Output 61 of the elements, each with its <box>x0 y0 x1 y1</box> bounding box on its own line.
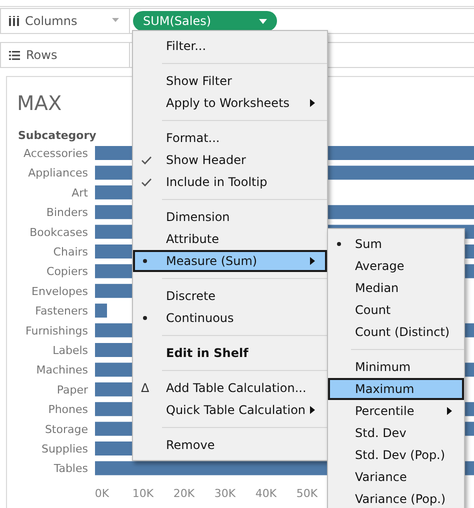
menu-item[interactable]: Count <box>328 299 464 321</box>
menu-item[interactable]: Measure (Sum) <box>133 250 327 272</box>
menu-item[interactable]: Remove <box>133 434 327 456</box>
delta-icon: Δ <box>141 381 150 395</box>
axis-tick-label: 0K <box>94 487 110 500</box>
menu-item[interactable]: Include in Tooltip <box>133 171 327 193</box>
menu-item[interactable]: Quick Table Calculation <box>133 399 327 421</box>
bar <box>95 304 107 318</box>
axis-tick-label: 20K <box>173 487 195 500</box>
category-label: Phones <box>48 403 88 416</box>
axis-tick-label: 10K <box>132 487 154 500</box>
category-label: Envelopes <box>32 284 88 298</box>
menu-item[interactable]: Show Header <box>133 149 327 171</box>
menu-item[interactable]: Filter... <box>133 35 327 57</box>
menu-item[interactable]: Sum <box>328 233 464 255</box>
category-label: Chairs <box>53 246 88 258</box>
category-label: Storage <box>44 422 88 436</box>
menu-item[interactable]: Percentile <box>328 400 464 422</box>
menu-item[interactable]: Dimension <box>133 206 327 228</box>
menu-item[interactable]: Median <box>328 277 464 299</box>
menu-item[interactable]: Show Filter <box>133 70 327 92</box>
axis-tick-label: 30K <box>214 487 236 500</box>
row-header: Subcategory <box>18 129 96 142</box>
menu-item[interactable]: Continuous <box>133 307 327 329</box>
category-label: Art <box>72 186 88 200</box>
category-label: Appliances <box>28 166 88 180</box>
menu-item[interactable]: Average <box>328 255 464 277</box>
category-label: Furnishings <box>26 324 88 338</box>
category-label: Machines <box>36 364 88 377</box>
category-label: Supplies <box>41 442 88 456</box>
caret-icon <box>259 18 267 24</box>
menu-item[interactable]: Edit in Shelf <box>133 342 327 364</box>
columns-icon <box>9 16 19 26</box>
axis-tick-label: 40K <box>255 487 277 500</box>
axis-tick-label: 50K <box>296 487 318 500</box>
dropdown-icon[interactable] <box>112 18 119 22</box>
menu-item[interactable]: Std. Dev (Pop.) <box>328 444 464 466</box>
category-label: Fasteners <box>35 304 88 318</box>
category-label: Binders <box>46 206 88 220</box>
view-title: MAX <box>17 91 62 115</box>
category-label: Paper <box>56 383 88 396</box>
menu-item[interactable]: Attribute <box>133 228 327 250</box>
menu-item[interactable]: Std. Dev <box>328 422 464 444</box>
field-pill[interactable]: SUM(Sales) <box>133 11 277 31</box>
menu-item[interactable]: Maximum <box>328 378 464 400</box>
category-label: Tables <box>54 462 88 476</box>
menu-item[interactable]: Apply to Worksheets <box>133 92 327 114</box>
menu-item[interactable]: Variance (Pop.) <box>328 488 464 508</box>
category-label: Bookcases <box>30 226 88 239</box>
category-label: Accessories <box>24 147 88 160</box>
category-label: Copiers <box>46 265 88 278</box>
menu-item[interactable]: Discrete <box>133 285 327 307</box>
menu-item[interactable]: Δ Add Table Calculation... <box>133 377 327 399</box>
shelf-label: Rows <box>26 48 58 62</box>
shelf-label: Columns <box>25 14 78 28</box>
menu-item[interactable]: Count (Distinct) <box>328 321 464 343</box>
menu-item[interactable]: Format... <box>133 127 327 149</box>
rows-icon <box>9 50 20 60</box>
menu-item[interactable]: Variance <box>328 466 464 488</box>
category-label: Labels <box>52 344 88 357</box>
menu-item[interactable]: Minimum <box>328 356 464 378</box>
